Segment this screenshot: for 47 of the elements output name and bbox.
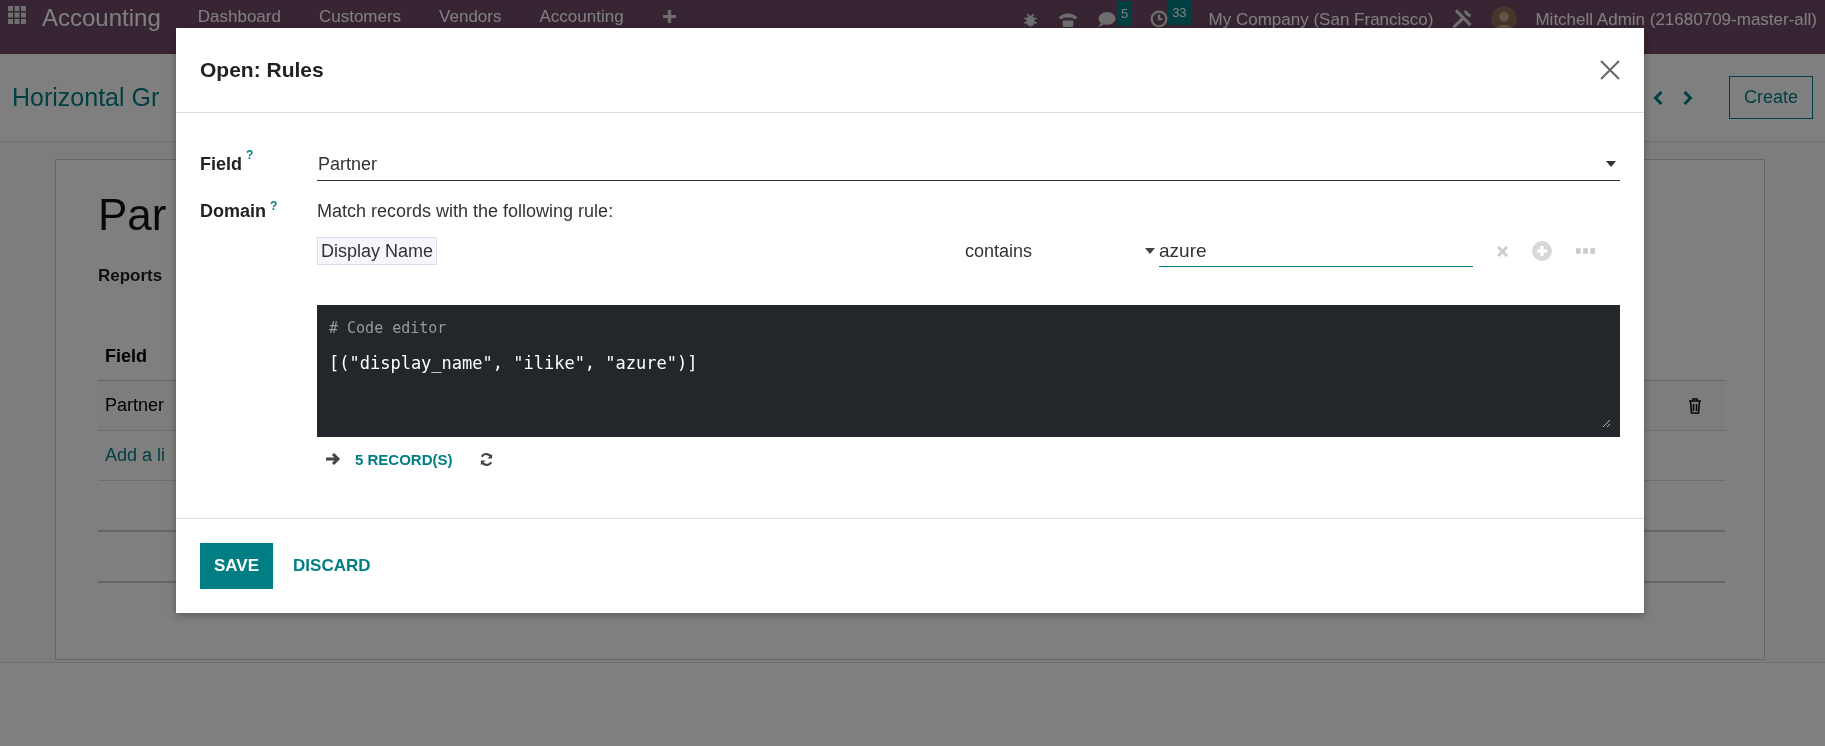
clock-icon[interactable]: [1150, 10, 1169, 28]
add-line-link[interactable]: Add a li: [105, 445, 166, 466]
activity-count-badge: 33: [1168, 0, 1191, 25]
phone-icon[interactable]: [1056, 10, 1079, 28]
record-count-link[interactable]: 5 RECORD(S): [355, 450, 453, 468]
tools-icon[interactable]: [1451, 8, 1474, 30]
code-editor[interactable]: # Code editor [("display_name", "ilike", "azure")]: [317, 305, 1620, 437]
table-cell: Partner: [105, 395, 165, 416]
refresh-icon[interactable]: [478, 451, 494, 467]
company-switcher[interactable]: My Company (San Francisco): [1208, 8, 1434, 30]
close-icon[interactable]: [1600, 60, 1620, 80]
app-name[interactable]: Accounting: [42, 5, 161, 31]
apps-menu-icon[interactable]: [8, 6, 26, 24]
trash-icon[interactable]: [1688, 397, 1702, 414]
field-select[interactable]: Partner: [317, 148, 1620, 181]
save-button[interactable]: SAVE: [200, 543, 274, 589]
arrow-right-icon: [325, 452, 341, 466]
delete-icon[interactable]: [1497, 245, 1508, 257]
menu-item[interactable]: Customers: [318, 6, 402, 27]
previous-icon[interactable]: [1652, 89, 1664, 106]
field-label: Field: [200, 153, 242, 176]
code-line: [("display_name", "ilike", "azure")]: [329, 353, 699, 373]
rule-description: Match records with the following rule:: [317, 200, 615, 223]
menu-item[interactable]: Vendors: [439, 6, 502, 27]
code-comment: # Code editor: [329, 319, 448, 337]
section-title: Reports: [98, 266, 164, 286]
message-count-badge: 5: [1116, 0, 1133, 26]
next-icon[interactable]: [1681, 89, 1693, 106]
create-button[interactable]: Create: [1728, 76, 1813, 119]
field-path-selector[interactable]: Display Name: [317, 236, 438, 265]
record-title: Par: [98, 190, 167, 240]
caret-icon: [1606, 161, 1616, 167]
dialog-title: Open: Rules: [200, 58, 324, 82]
resize-handle-icon[interactable]: [1602, 419, 1610, 427]
plus-icon[interactable]: [661, 9, 677, 24]
operator-select[interactable]: contains: [965, 240, 1145, 262]
help-tooltip[interactable]: ?: [270, 199, 278, 213]
help-tooltip[interactable]: ?: [246, 148, 254, 162]
caret-icon[interactable]: [1145, 248, 1155, 254]
menu-item[interactable]: Dashboard: [197, 6, 281, 27]
field-label: Domain: [200, 200, 266, 223]
breadcrumb[interactable]: Horizontal Gr: [12, 83, 160, 112]
menu-item[interactable]: Accounting: [539, 6, 624, 27]
more-icon[interactable]: [1576, 248, 1595, 254]
column-header: Field: [105, 345, 147, 367]
chat-icon[interactable]: [1096, 10, 1117, 28]
user-menu[interactable]: Mitchell Admin (21680709-master-all): [1535, 8, 1817, 30]
